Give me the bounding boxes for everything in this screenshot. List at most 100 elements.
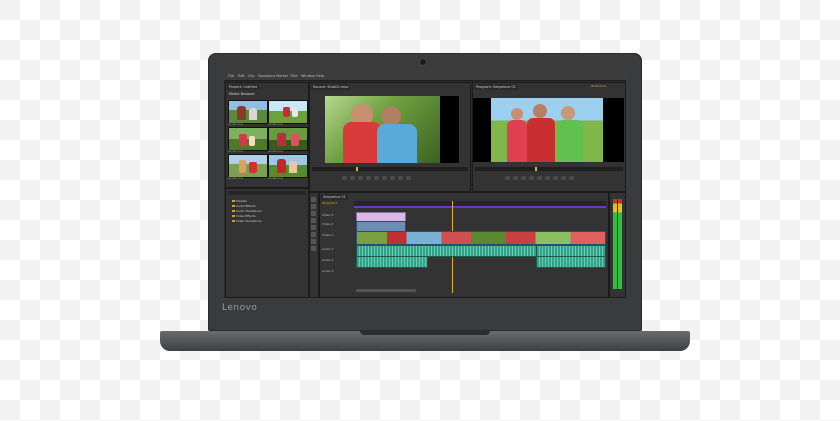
menu-item-edit[interactable]: Edit <box>238 74 245 78</box>
tab-program-monitor[interactable]: Program: Sequence 01 <box>474 84 518 90</box>
program-video-frame[interactable] <box>491 98 603 162</box>
timeline-scrollbar[interactable] <box>356 289 416 292</box>
webcam-icon <box>420 59 426 65</box>
track-label-audio-3: Audio 3 <box>322 269 334 273</box>
clip-thumbnail[interactable] <box>268 154 308 178</box>
tab-timeline[interactable]: Sequence 01 <box>321 194 348 200</box>
export-frame-button[interactable] <box>569 176 574 180</box>
loop-button[interactable] <box>545 176 550 180</box>
laptop-hinge <box>360 331 490 335</box>
clip-thumbnail[interactable] <box>228 127 268 151</box>
video-clip[interactable] <box>356 231 606 245</box>
letterbox <box>440 96 459 163</box>
folder-icon <box>232 200 235 202</box>
clip-name: Shot06.mov <box>268 177 284 180</box>
overwrite-button[interactable] <box>398 176 403 180</box>
tools-panel <box>309 192 319 298</box>
mark-out-button[interactable] <box>513 176 518 180</box>
tab-media-browser[interactable]: Media Browser <box>227 91 257 97</box>
menu-item-marker[interactable]: Marker <box>276 74 288 78</box>
clip-name: Shot01.mov <box>228 123 244 126</box>
work-area-bar[interactable] <box>354 206 606 208</box>
effects-tree-item[interactable]: Video Transitions <box>232 219 261 223</box>
mark-in-button[interactable] <box>342 176 347 180</box>
track-label-video-2: Video 2 <box>322 222 334 226</box>
playhead[interactable] <box>535 167 537 171</box>
person-figure <box>249 162 257 173</box>
clip-name: Shot03.mov <box>228 150 244 153</box>
person-figure <box>277 133 286 146</box>
menu-item-title[interactable]: Title <box>290 74 298 78</box>
mark-in-button[interactable] <box>505 176 510 180</box>
play-button[interactable] <box>366 176 371 180</box>
source-video-frame[interactable] <box>325 96 444 163</box>
menu-item-file[interactable]: File <box>228 74 234 78</box>
person-figure <box>277 159 286 173</box>
insert-button[interactable] <box>390 176 395 180</box>
person-figure <box>249 108 257 120</box>
audio-clip[interactable] <box>356 256 428 268</box>
effects-tree-item[interactable]: Audio Transitions <box>232 209 262 213</box>
mark-out-button[interactable] <box>350 176 355 180</box>
audio-clip[interactable] <box>536 256 606 268</box>
effects-search-bar[interactable] <box>228 191 306 195</box>
loop-button[interactable] <box>382 176 387 180</box>
program-monitor: Program: Sequence 01 00;00;24;11 <box>472 82 626 192</box>
step-forward-button[interactable] <box>374 176 379 180</box>
tab-project[interactable]: Project: Untitled <box>227 84 260 90</box>
clip-thumbnail[interactable] <box>228 154 268 178</box>
project-panel: Project: Untitled Media Browser Shot01.m… <box>225 82 309 188</box>
person-figure <box>533 104 547 118</box>
timeline-panel: Sequence 01 00;00;24;11 Video 3 Video 2 … <box>319 192 609 298</box>
lift-button[interactable] <box>553 176 558 180</box>
source-scrub-bar[interactable] <box>312 167 468 171</box>
audio-meters <box>609 192 626 298</box>
pen-tool-icon[interactable] <box>311 232 316 237</box>
person-figure <box>381 106 401 126</box>
zoom-tool-icon[interactable] <box>311 246 316 251</box>
letterbox <box>603 98 624 162</box>
hand-tool-icon[interactable] <box>311 239 316 244</box>
effects-tree-item[interactable]: Audio Effects <box>232 204 256 208</box>
clip-thumbnail[interactable] <box>268 100 308 124</box>
person-figure <box>511 108 523 120</box>
clip-name: Shot05.mov <box>228 177 244 180</box>
person-figure <box>377 124 417 163</box>
menu-item-clip[interactable]: Clip <box>248 74 255 78</box>
audio-meter-right <box>618 199 622 289</box>
source-monitor: Source: Shot02.mov <box>309 82 471 192</box>
person-figure <box>557 120 583 162</box>
razor-tool-icon[interactable] <box>311 218 316 223</box>
export-frame-button[interactable] <box>406 176 411 180</box>
program-scrub-bar[interactable] <box>475 167 623 171</box>
menu-item-help[interactable]: Help <box>316 74 324 78</box>
selection-tool-icon[interactable] <box>311 197 316 202</box>
person-figure <box>292 108 298 117</box>
menu-item-sequence[interactable]: Sequence <box>258 74 275 78</box>
effects-tree-item[interactable]: Video Effects <box>232 214 256 218</box>
program-transport-controls <box>475 175 623 181</box>
clip-thumbnail[interactable] <box>228 100 268 124</box>
track-label-audio-1: Audio 1 <box>322 247 334 251</box>
audio-clip[interactable] <box>536 245 606 257</box>
folder-icon <box>232 215 235 217</box>
extract-button[interactable] <box>561 176 566 180</box>
slip-tool-icon[interactable] <box>311 225 316 230</box>
menu-item-window[interactable]: Window <box>301 74 315 78</box>
playhead[interactable] <box>356 167 358 171</box>
track-label-audio-2: Audio 2 <box>322 258 334 262</box>
clip-thumbnail[interactable] <box>268 127 308 151</box>
step-forward-button[interactable] <box>537 176 542 180</box>
tab-source-monitor[interactable]: Source: Shot02.mov <box>311 84 351 90</box>
track-select-tool-icon[interactable] <box>311 204 316 209</box>
step-back-button[interactable] <box>358 176 363 180</box>
step-back-button[interactable] <box>521 176 526 180</box>
person-figure <box>507 120 527 162</box>
play-button[interactable] <box>529 176 534 180</box>
person-figure <box>527 118 555 162</box>
effects-tree-item[interactable]: Presets <box>232 199 247 203</box>
source-transport-controls <box>312 175 468 181</box>
track-label-video-3: Video 3 <box>322 213 334 217</box>
ripple-edit-tool-icon[interactable] <box>311 211 316 216</box>
person-figure <box>561 106 575 120</box>
